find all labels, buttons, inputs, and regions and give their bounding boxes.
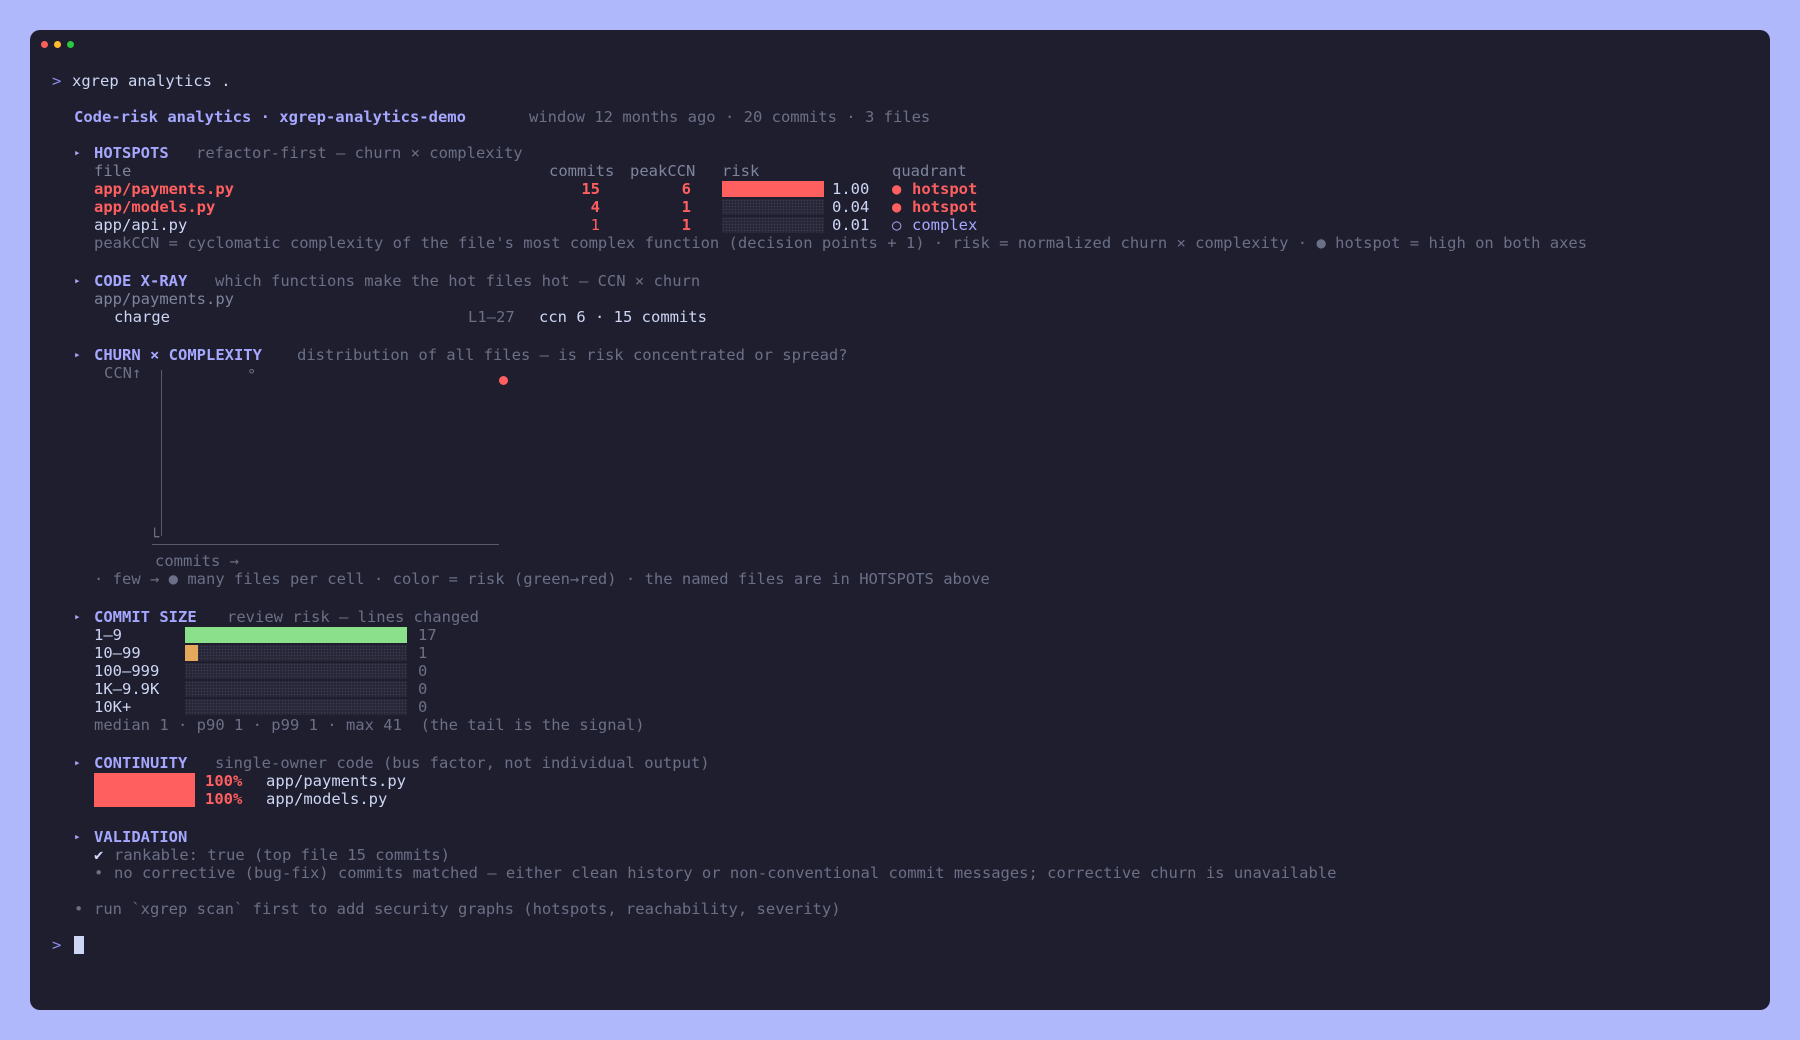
page-title: Code-risk analytics · xgrep-analytics-de… — [74, 108, 466, 126]
risk-bar-track — [722, 217, 824, 233]
bucket-bar-track — [185, 681, 407, 697]
bucket-bar-track — [185, 645, 407, 661]
bucket-count: 0 — [418, 662, 428, 680]
command-text: xgrep analytics . — [72, 72, 231, 90]
hotspot-dot-icon: ● — [892, 198, 902, 216]
prompt-caret: > — [52, 72, 62, 90]
bucket-bar-fill — [185, 645, 198, 661]
churn-legend: · few → ● many files per cell · color = … — [94, 570, 990, 588]
xray-lines: L1–27 — [468, 308, 515, 326]
section-arrow-icon: ▸ — [74, 348, 81, 361]
xray-subtitle: which functions make the hot files hot —… — [215, 272, 701, 290]
hotspot-file: app/payments.py — [94, 180, 234, 198]
col-header-peakccn: peakCCN — [630, 162, 696, 180]
validation-note: no corrective (bug-fix) commits matched … — [114, 864, 1337, 882]
xray-title: CODE X-RAY — [94, 272, 188, 290]
bucket-label: 10–99 — [94, 644, 141, 662]
col-header-risk: risk — [722, 162, 760, 180]
commit-size-title: COMMIT SIZE — [94, 608, 197, 626]
hotspots-note: peakCCN = cyclomatic complexity of the f… — [94, 234, 1588, 252]
bucket-count: 0 — [418, 680, 428, 698]
hotspot-peakccn: 6 — [681, 180, 691, 198]
hotspot-risk-value: 0.01 — [832, 216, 870, 234]
hotspot-file: app/api.py — [94, 216, 188, 234]
bucket-bar-fill — [185, 627, 407, 643]
hotspots-subtitle: refactor-first — churn × complexity — [196, 144, 523, 162]
validation-check: rankable: true (top file 15 commits) — [114, 846, 450, 864]
maximize-window-button[interactable] — [67, 41, 74, 48]
y-axis-line — [161, 370, 162, 536]
xray-stats: ccn 6 · 15 commits — [539, 308, 707, 326]
hotspot-peakccn: 1 — [681, 216, 691, 234]
bucket-label: 1K–9.9K — [94, 680, 160, 698]
ownership-file: app/payments.py — [266, 772, 406, 790]
footer-note: run `xgrep scan` first to add security g… — [94, 900, 841, 918]
section-arrow-icon: ▸ — [74, 756, 81, 769]
col-header-quadrant: quadrant — [892, 162, 967, 180]
hotspot-quadrant: hotspot — [912, 198, 978, 216]
bucket-count: 0 — [418, 698, 428, 716]
section-arrow-icon: ▸ — [74, 830, 81, 843]
hotspot-commits: 4 — [590, 198, 600, 216]
bullet-icon: • — [94, 864, 104, 882]
validation-title: VALIDATION — [94, 828, 188, 846]
col-header-file: file — [94, 162, 132, 180]
col-header-commits: commits — [549, 162, 615, 180]
commit-size-summary: median 1 · p90 1 · p99 1 · max 41 (the t… — [94, 716, 645, 734]
page-meta: window 12 months ago · 20 commits · 3 fi… — [529, 108, 931, 126]
ownership-pct: 100% — [205, 772, 243, 790]
hotspot-commits: 1 — [590, 216, 600, 234]
hotspot-quadrant: hotspot — [912, 180, 978, 198]
risk-bar-track — [722, 199, 824, 215]
section-arrow-icon: ▸ — [74, 274, 81, 287]
hotspot-dot-icon: ● — [892, 180, 902, 198]
churn-subtitle: distribution of all files — is risk conc… — [297, 346, 848, 364]
continuity-subtitle: single-owner code (bus factor, not indiv… — [215, 754, 710, 772]
bucket-count: 17 — [418, 626, 437, 644]
hotspot-peakccn: 1 — [681, 198, 691, 216]
xray-function: charge — [114, 308, 170, 326]
x-axis-label: commits → — [155, 552, 239, 570]
bucket-label: 1–9 — [94, 626, 122, 644]
x-axis-line — [152, 544, 499, 545]
terminal-cursor[interactable] — [74, 936, 84, 954]
xray-file: app/payments.py — [94, 290, 234, 308]
hotspot-commits: 15 — [581, 180, 600, 198]
churn-title: CHURN × COMPLEXITY — [94, 346, 262, 364]
y-axis-label: CCN↑ — [104, 364, 142, 382]
bucket-count: 1 — [418, 644, 428, 662]
complex-circle-icon: ○ — [892, 216, 902, 234]
ownership-file: app/models.py — [266, 790, 388, 808]
terminal-window: > xgrep analytics . Code-risk analytics … — [30, 30, 1770, 1010]
ownership-block — [94, 773, 195, 807]
sparse-cell-marker: ° — [247, 366, 257, 384]
check-icon: ✔ — [94, 846, 104, 864]
prompt-caret: > — [52, 936, 62, 954]
hotspots-title: HOTSPOTS — [94, 144, 169, 162]
continuity-title: CONTINUITY — [94, 754, 188, 772]
hotspot-risk-value: 0.04 — [832, 198, 870, 216]
section-arrow-icon: ▸ — [74, 146, 81, 159]
close-window-button[interactable] — [41, 41, 48, 48]
section-arrow-icon: ▸ — [74, 610, 81, 623]
bucket-label: 100–999 — [94, 662, 160, 680]
bucket-bar-track — [185, 663, 407, 679]
dense-cell-marker — [499, 376, 508, 385]
hotspot-quadrant: complex — [912, 216, 978, 234]
commit-size-subtitle: review risk — lines changed — [227, 608, 479, 626]
window-controls — [41, 41, 74, 48]
hotspot-file: app/models.py — [94, 198, 216, 216]
bucket-label: 10K+ — [94, 698, 132, 716]
hotspot-risk-value: 1.00 — [832, 180, 870, 198]
risk-bar-fill — [722, 181, 824, 197]
minimize-window-button[interactable] — [54, 41, 61, 48]
bullet-icon: • — [74, 900, 84, 918]
ownership-pct: 100% — [205, 790, 243, 808]
bucket-bar-track — [185, 699, 407, 715]
